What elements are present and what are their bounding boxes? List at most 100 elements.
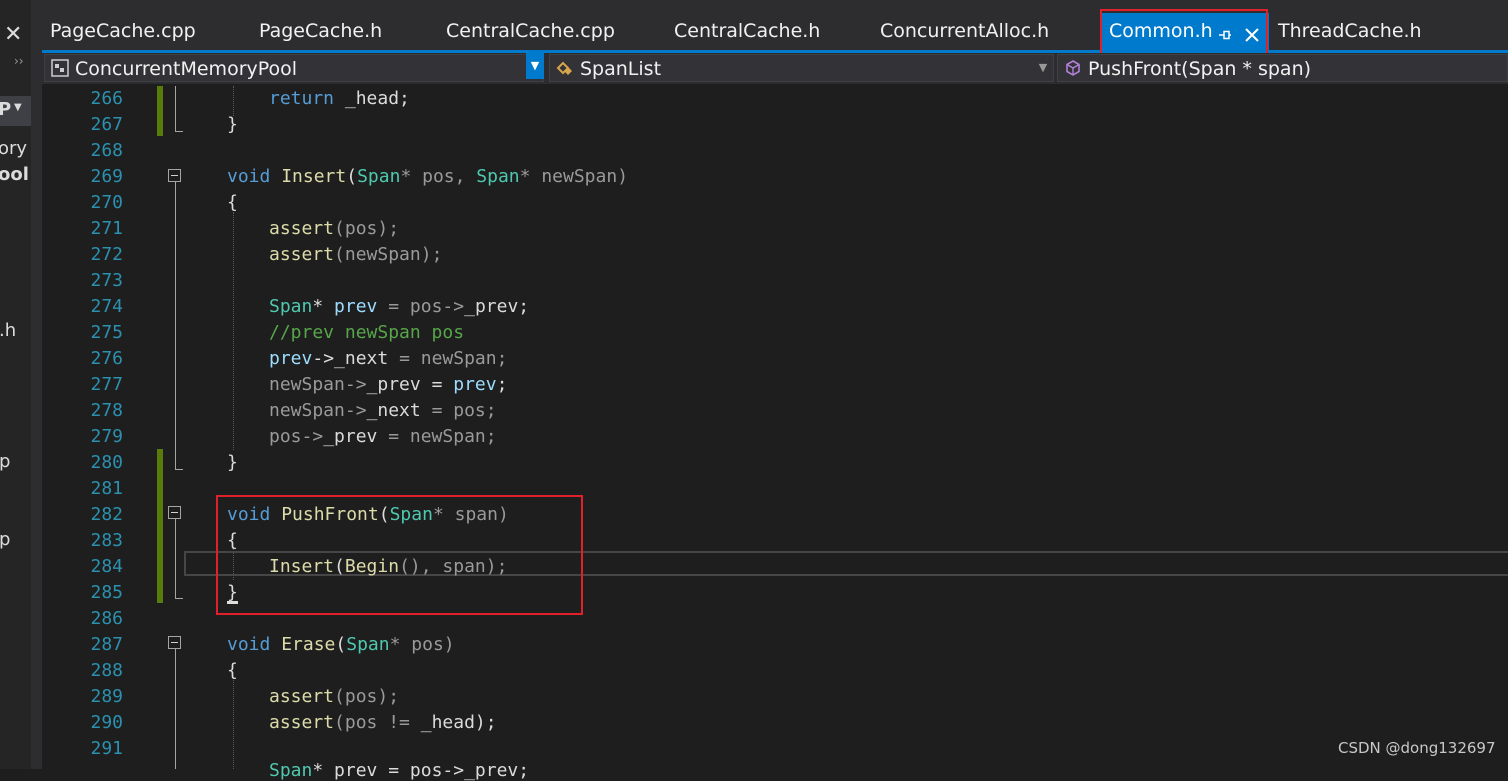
function-name: Erase xyxy=(281,634,336,655)
line-number: 270 xyxy=(90,192,123,213)
scope-dropdown[interactable]: SpanList ▼ xyxy=(549,54,1054,82)
code-text: pos-> xyxy=(269,426,324,447)
code-line-288[interactable]: { xyxy=(227,660,238,681)
code-line-292[interactable]: Span* prev = pos->_prev; xyxy=(269,760,529,781)
paren: ( xyxy=(335,634,347,655)
code-line-276[interactable]: prev->_next = newSpan; xyxy=(269,348,507,369)
brace: } xyxy=(227,114,238,135)
scope-name: SpanList xyxy=(580,58,662,80)
code-text: newSpan-> xyxy=(269,374,367,395)
code-line-271[interactable]: assert(pos); xyxy=(269,218,399,239)
code-text: = pos-> xyxy=(377,296,465,317)
line-number: 275 xyxy=(90,322,123,343)
keyword: return xyxy=(269,88,335,109)
code-line-267[interactable]: } xyxy=(227,114,238,135)
tree-item-fragment[interactable]: p xyxy=(0,529,10,550)
solution-explorer-panel: ✕ ›› P ▼ ory ool .h p p xyxy=(0,0,31,769)
tree-item-fragment[interactable]: ool xyxy=(0,164,29,185)
code-line-272[interactable]: assert(newSpan); xyxy=(269,244,442,265)
line-number: 269 xyxy=(90,166,123,187)
code-text: = newSpan; xyxy=(388,348,508,369)
scope-dropdown-chevron-icon[interactable]: ▼ xyxy=(1033,55,1053,81)
member: _prev xyxy=(323,426,378,447)
param: * newSpan) xyxy=(519,166,629,187)
change-marker xyxy=(157,503,163,603)
type-name: Span xyxy=(476,166,520,187)
line-number: 267 xyxy=(90,114,123,135)
code-text: = pos; xyxy=(420,400,497,421)
code-text: _head; xyxy=(334,88,410,109)
code-text: ); xyxy=(474,712,497,733)
line-number: 271 xyxy=(90,218,123,239)
fold-line xyxy=(175,182,176,470)
line-number: 283 xyxy=(90,530,123,551)
brace: } xyxy=(227,452,238,473)
args: (pos); xyxy=(334,218,400,239)
line-number: 276 xyxy=(90,348,123,369)
code-text: newSpan-> xyxy=(269,400,367,421)
change-marker xyxy=(157,86,163,136)
project-dropdown-chevron-icon[interactable]: ▼ xyxy=(526,53,544,79)
code-line-270[interactable]: { xyxy=(227,192,238,213)
fold-line xyxy=(175,86,176,132)
member: _next xyxy=(366,400,421,421)
code-line-290[interactable]: assert(pos != _head); xyxy=(269,712,497,733)
code-text: ; xyxy=(496,374,508,395)
collapse-toggle-icon[interactable] xyxy=(168,169,181,182)
project-dropdown[interactable]: ConcurrentMemoryPool xyxy=(44,54,544,82)
navigation-bar: ConcurrentMemoryPool ▼ SpanList ▼ PushFr… xyxy=(42,53,1508,84)
code-line-279[interactable]: pos->_prev = newSpan; xyxy=(269,426,497,447)
change-marker xyxy=(157,449,163,503)
close-panel-icon[interactable]: ✕ xyxy=(4,22,22,47)
brace: { xyxy=(227,192,238,213)
member: _prev xyxy=(464,296,519,317)
overflow-chevron-icon[interactable]: ›› xyxy=(14,54,24,68)
tab-concurrentalloc-h[interactable]: ConcurrentAlloc.h xyxy=(880,20,1049,42)
tree-item-fragment[interactable]: .h xyxy=(0,320,16,341)
line-number: 286 xyxy=(90,608,123,629)
member: _prev xyxy=(366,374,421,395)
panel-dropdown[interactable]: P ▼ xyxy=(0,96,31,126)
chevron-down-icon: ▼ xyxy=(14,102,22,113)
collapse-toggle-icon[interactable] xyxy=(168,636,181,649)
code-line-277[interactable]: newSpan->_prev = prev; xyxy=(269,374,507,395)
tab-threadcache-h[interactable]: ThreadCache.h xyxy=(1278,20,1422,42)
paren: ( xyxy=(346,166,358,187)
tab-centralcache-h[interactable]: CentralCache.h xyxy=(674,20,820,42)
function-name: assert xyxy=(269,712,335,733)
type-name: Span xyxy=(269,296,313,317)
line-number: 287 xyxy=(90,634,123,655)
code-line-280[interactable]: } xyxy=(227,452,238,473)
tab-centralcache-cpp[interactable]: CentralCache.cpp xyxy=(446,20,615,42)
watermark: CSDN @dong132697 xyxy=(1338,739,1496,757)
collapse-toggle-icon[interactable] xyxy=(168,506,181,519)
line-number: 285 xyxy=(90,582,123,603)
code-line-266[interactable]: return _head; xyxy=(269,88,410,109)
brace: { xyxy=(227,660,238,681)
code-line-269[interactable]: void Insert(Span* pos, Span* newSpan) xyxy=(227,166,628,187)
code-line-287[interactable]: void Erase(Span* pos) xyxy=(227,634,455,655)
fold-line xyxy=(175,519,176,599)
line-number: 279 xyxy=(90,426,123,447)
tab-pagecache-cpp[interactable]: PageCache.cpp xyxy=(50,20,196,42)
code-line-274[interactable]: Span* prev = pos->_prev; xyxy=(269,296,529,317)
line-number: 284 xyxy=(90,556,123,577)
type-name: Span xyxy=(269,760,313,781)
code-line-289[interactable]: assert(pos); xyxy=(269,686,399,707)
tree-item-fragment[interactable]: p xyxy=(0,451,10,472)
tree-item-fragment[interactable]: ory xyxy=(0,138,27,159)
local-var: prev xyxy=(269,348,313,369)
member-name: PushFront(Span * span) xyxy=(1088,58,1312,80)
code-text: = newSpan; xyxy=(377,426,497,447)
code-text: ; xyxy=(518,296,530,317)
class-icon xyxy=(556,61,572,75)
function-name: assert xyxy=(269,686,335,707)
code-line-275-comment[interactable]: //prev newSpan pos xyxy=(269,322,464,343)
line-number: 288 xyxy=(90,660,123,681)
line-number: 274 xyxy=(90,296,123,317)
code-line-278[interactable]: newSpan->_next = pos; xyxy=(269,400,497,421)
tab-pagecache-h[interactable]: PageCache.h xyxy=(259,20,382,42)
member-dropdown[interactable]: PushFront(Span * span) xyxy=(1057,54,1508,82)
highlight-box-pushfront xyxy=(216,495,583,615)
panel-splitter[interactable] xyxy=(31,0,42,769)
